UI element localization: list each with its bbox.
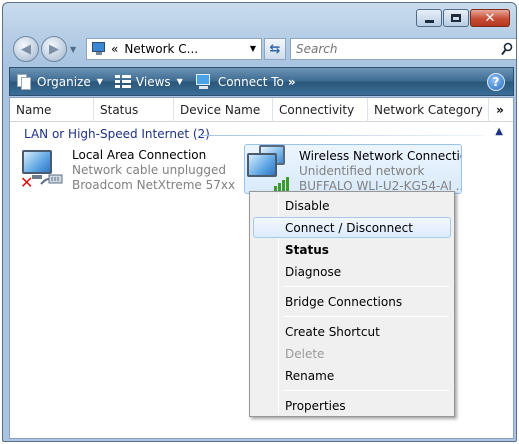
column-header-status[interactable]: Status (94, 98, 174, 122)
menu-item-properties[interactable]: Properties (253, 395, 451, 416)
close-icon: ✕ (484, 10, 496, 26)
connect-to-button[interactable]: Connect To » (189, 68, 302, 95)
menu-item-diagnose[interactable]: Diagnose (253, 261, 451, 282)
navigation-bar: ◀ ▶ ▼ « Network C... ▼ ⇆ (11, 36, 516, 64)
network-cable-icon (40, 174, 63, 185)
group-divider (200, 135, 483, 136)
connect-to-label: Connect To (217, 74, 284, 89)
maximize-button[interactable] (443, 9, 469, 27)
menu-separator (283, 316, 449, 317)
dropdown-arrow-icon: ▼ (176, 77, 183, 86)
wireless-adapter-icon (245, 145, 295, 193)
menu-item-status[interactable]: Status (253, 239, 451, 260)
refresh-button[interactable]: ⇆ (264, 38, 286, 60)
back-arrow-icon: ◀ (21, 41, 31, 57)
menu-item-delete: Delete (285, 346, 325, 361)
views-label: Views (135, 74, 171, 89)
dropdown-arrow-icon: ▼ (96, 77, 103, 86)
column-headers: Name Status Device Name Connectivity Net… (10, 98, 513, 122)
more-columns-chevron[interactable]: » (489, 98, 511, 121)
network-connections-icon (90, 41, 108, 57)
address-dropdown-icon[interactable]: ▼ (250, 44, 256, 53)
item-device: Broadcom NetXtreme 57xx ... (72, 178, 238, 192)
menu-separator (283, 390, 449, 391)
item-status: Unidentified network (299, 164, 425, 178)
menu-item-bridge-connections[interactable]: Bridge Connections (253, 291, 451, 312)
minimize-icon (424, 19, 434, 23)
network-connections-window: ✕ ◀ ▶ ▼ « Network C... ▼ ⇆ Organize ▼ (2, 2, 517, 442)
search-input[interactable] (291, 40, 491, 58)
menu-item-disable[interactable]: Disable (253, 195, 451, 216)
collapse-group-chevron-icon[interactable]: ▲ (495, 126, 503, 137)
address-overflow-chevron[interactable]: « (111, 42, 118, 56)
network-adapter-icon: ✕ (18, 144, 68, 192)
item-name: Local Area Connection (72, 148, 207, 162)
minimize-button[interactable] (416, 9, 442, 27)
more-commands-chevron[interactable]: » (288, 75, 296, 89)
forward-button[interactable]: ▶ (41, 36, 67, 62)
menu-item-rename[interactable]: Rename (253, 365, 451, 386)
group-header[interactable]: LAN or High-Speed Internet (2) (24, 127, 210, 141)
column-header-network-category[interactable]: Network Category (368, 98, 489, 122)
recent-pages-dropdown-icon[interactable]: ▼ (70, 45, 76, 54)
organize-label: Organize (37, 74, 91, 89)
address-bar[interactable]: « Network C... ▼ (86, 38, 262, 60)
column-header-connectivity[interactable]: Connectivity (273, 98, 368, 122)
address-text: Network C... (124, 42, 199, 56)
item-status: Network cable unplugged (72, 163, 227, 177)
menu-item-create-shortcut[interactable]: Create Shortcut (253, 321, 451, 342)
column-header-device-name[interactable]: Device Name (174, 98, 273, 122)
maximize-icon (451, 14, 461, 22)
list-item-local-area-connection[interactable]: ✕ Local Area Connection Network cable un… (18, 144, 238, 194)
list-item-wireless-network-connection[interactable]: Wireless Network Connection Unidentified… (244, 144, 462, 194)
forward-arrow-icon: ▶ (49, 41, 59, 57)
search-icon[interactable] (501, 42, 513, 56)
context-menu: Disable Connect / Disconnect Status Diag… (249, 191, 455, 417)
organize-button[interactable]: Organize ▼ (10, 68, 109, 95)
help-icon[interactable]: ? (487, 73, 505, 91)
connect-to-icon (195, 73, 213, 90)
column-header-name[interactable]: Name (10, 98, 94, 122)
menu-separator (283, 286, 449, 287)
refresh-icon: ⇆ (269, 41, 281, 57)
caption-buttons: ✕ (416, 9, 510, 27)
organize-icon (16, 73, 32, 90)
item-name: Wireless Network Connection (299, 149, 461, 163)
menu-item-connect-disconnect[interactable]: Connect / Disconnect (253, 217, 451, 238)
close-button[interactable]: ✕ (470, 9, 510, 27)
views-icon (114, 74, 131, 89)
views-button[interactable]: Views ▼ (109, 68, 189, 95)
disconnected-x-icon: ✕ (20, 173, 34, 192)
signal-strength-icon (274, 177, 289, 191)
command-bar: Organize ▼ Views ▼ Connect To » ? (9, 67, 514, 96)
back-button[interactable]: ◀ (13, 36, 39, 62)
search-box (290, 38, 516, 60)
